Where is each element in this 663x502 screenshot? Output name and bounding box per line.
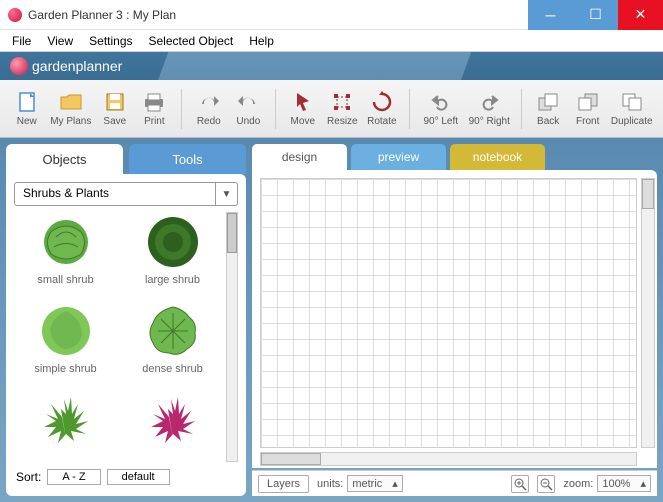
tab-tools[interactable]: Tools — [129, 144, 246, 174]
canvas-panel: design preview notebook Layers units: me… — [252, 144, 657, 496]
object-item[interactable] — [121, 389, 224, 462]
toolbar: New My Plans Save Print Redo Undo Move R… — [0, 80, 663, 138]
canvas-grid — [260, 178, 637, 448]
sort-bar: Sort: A - Z default — [14, 466, 238, 488]
resize-icon — [330, 90, 354, 114]
zoom-in-button[interactable] — [511, 475, 529, 493]
sort-az-button[interactable]: A - Z — [47, 469, 100, 485]
back-button[interactable]: Back — [529, 84, 567, 134]
redo-icon — [197, 90, 221, 114]
object-item[interactable]: simple shrub — [14, 301, 117, 386]
small-shrub-icon — [36, 212, 96, 272]
chevron-up-icon: ▴ — [640, 477, 646, 490]
print-icon — [142, 90, 166, 114]
category-value: Shrubs & Plants — [15, 183, 215, 205]
front-button[interactable]: Front — [569, 84, 607, 134]
tab-objects[interactable]: Objects — [6, 144, 123, 174]
spiky-shrub-icon — [36, 389, 96, 449]
save-button[interactable]: Save — [96, 84, 134, 134]
move-button[interactable]: Move — [284, 84, 322, 134]
units-label: units: — [317, 478, 343, 490]
menu-file[interactable]: File — [4, 32, 39, 50]
menu-bar: File View Settings Selected Object Help — [0, 30, 663, 52]
new-button[interactable]: New — [8, 84, 46, 134]
maximize-button[interactable]: ☐ — [573, 0, 618, 30]
folder-icon — [59, 90, 83, 114]
object-item[interactable] — [14, 389, 117, 462]
objects-scrollbar[interactable] — [226, 212, 238, 462]
vertical-scrollbar[interactable] — [641, 178, 655, 448]
redo-button[interactable]: Redo — [190, 84, 228, 134]
menu-view[interactable]: View — [39, 32, 81, 50]
zoom-label: zoom: — [563, 478, 593, 490]
left-panel: Objects Tools Shrubs & Plants ▼ small sh… — [6, 144, 246, 496]
canvas[interactable] — [252, 170, 657, 468]
minimize-button[interactable]: ─ — [528, 0, 573, 30]
object-item[interactable]: large shrub — [121, 212, 224, 297]
send-back-icon — [536, 90, 560, 114]
bring-front-icon — [576, 90, 600, 114]
undo-button[interactable]: Undo — [230, 84, 268, 134]
category-dropdown[interactable]: Shrubs & Plants ▼ — [14, 182, 238, 206]
dense-shrub-icon — [143, 301, 203, 361]
resize-button[interactable]: Resize — [324, 84, 362, 134]
duplicate-icon — [620, 90, 644, 114]
status-bar: Layers units: metric▴ zoom: 100%▴ — [252, 470, 657, 496]
chevron-down-icon: ▼ — [215, 183, 237, 205]
object-item[interactable]: small shrub — [14, 212, 117, 297]
rotate-icon — [370, 90, 394, 114]
undo-icon — [236, 90, 260, 114]
zoom-out-button[interactable] — [537, 475, 555, 493]
workspace: Objects Tools Shrubs & Plants ▼ small sh… — [0, 138, 663, 502]
title-bar: Garden Planner 3 : My Plan ─ ☐ ✕ — [0, 0, 663, 30]
new-icon — [15, 90, 39, 114]
rotate-left-icon — [429, 90, 453, 114]
object-grid: small shrub large shrub simple shrub den… — [14, 212, 238, 462]
horizontal-scrollbar[interactable] — [260, 452, 637, 466]
rotate-left-button[interactable]: 90° Left — [418, 84, 464, 134]
duplicate-button[interactable]: Duplicate — [608, 84, 654, 134]
brand-text: gardenplanner — [32, 58, 122, 74]
menu-settings[interactable]: Settings — [81, 32, 140, 50]
rotate-button[interactable]: Rotate — [363, 84, 401, 134]
sort-default-button[interactable]: default — [107, 469, 170, 485]
move-icon — [291, 90, 315, 114]
app-icon — [8, 8, 22, 22]
layers-button[interactable]: Layers — [258, 475, 309, 493]
print-button[interactable]: Print — [136, 84, 174, 134]
tab-notebook[interactable]: notebook — [450, 144, 545, 170]
my-plans-button[interactable]: My Plans — [48, 84, 94, 134]
brand-bar: gardenplanner — [0, 52, 663, 80]
close-button[interactable]: ✕ — [618, 0, 663, 30]
zoom-dropdown[interactable]: 100%▴ — [597, 475, 651, 492]
save-icon — [103, 90, 127, 114]
brand-icon — [10, 57, 28, 75]
object-item[interactable]: dense shrub — [121, 301, 224, 386]
tab-design[interactable]: design — [252, 144, 347, 170]
window-controls: ─ ☐ ✕ — [528, 0, 663, 30]
chevron-up-icon: ▴ — [392, 477, 398, 490]
window-title: Garden Planner 3 : My Plan — [28, 8, 528, 22]
magenta-shrub-icon — [143, 389, 203, 449]
menu-help[interactable]: Help — [241, 32, 282, 50]
units-dropdown[interactable]: metric▴ — [347, 475, 402, 492]
menu-selected-object[interactable]: Selected Object — [141, 32, 242, 50]
sort-label: Sort: — [16, 470, 41, 484]
large-shrub-icon — [143, 212, 203, 272]
rotate-right-button[interactable]: 90° Right — [466, 84, 512, 134]
simple-shrub-icon — [36, 301, 96, 361]
rotate-right-icon — [477, 90, 501, 114]
tab-preview[interactable]: preview — [351, 144, 446, 170]
